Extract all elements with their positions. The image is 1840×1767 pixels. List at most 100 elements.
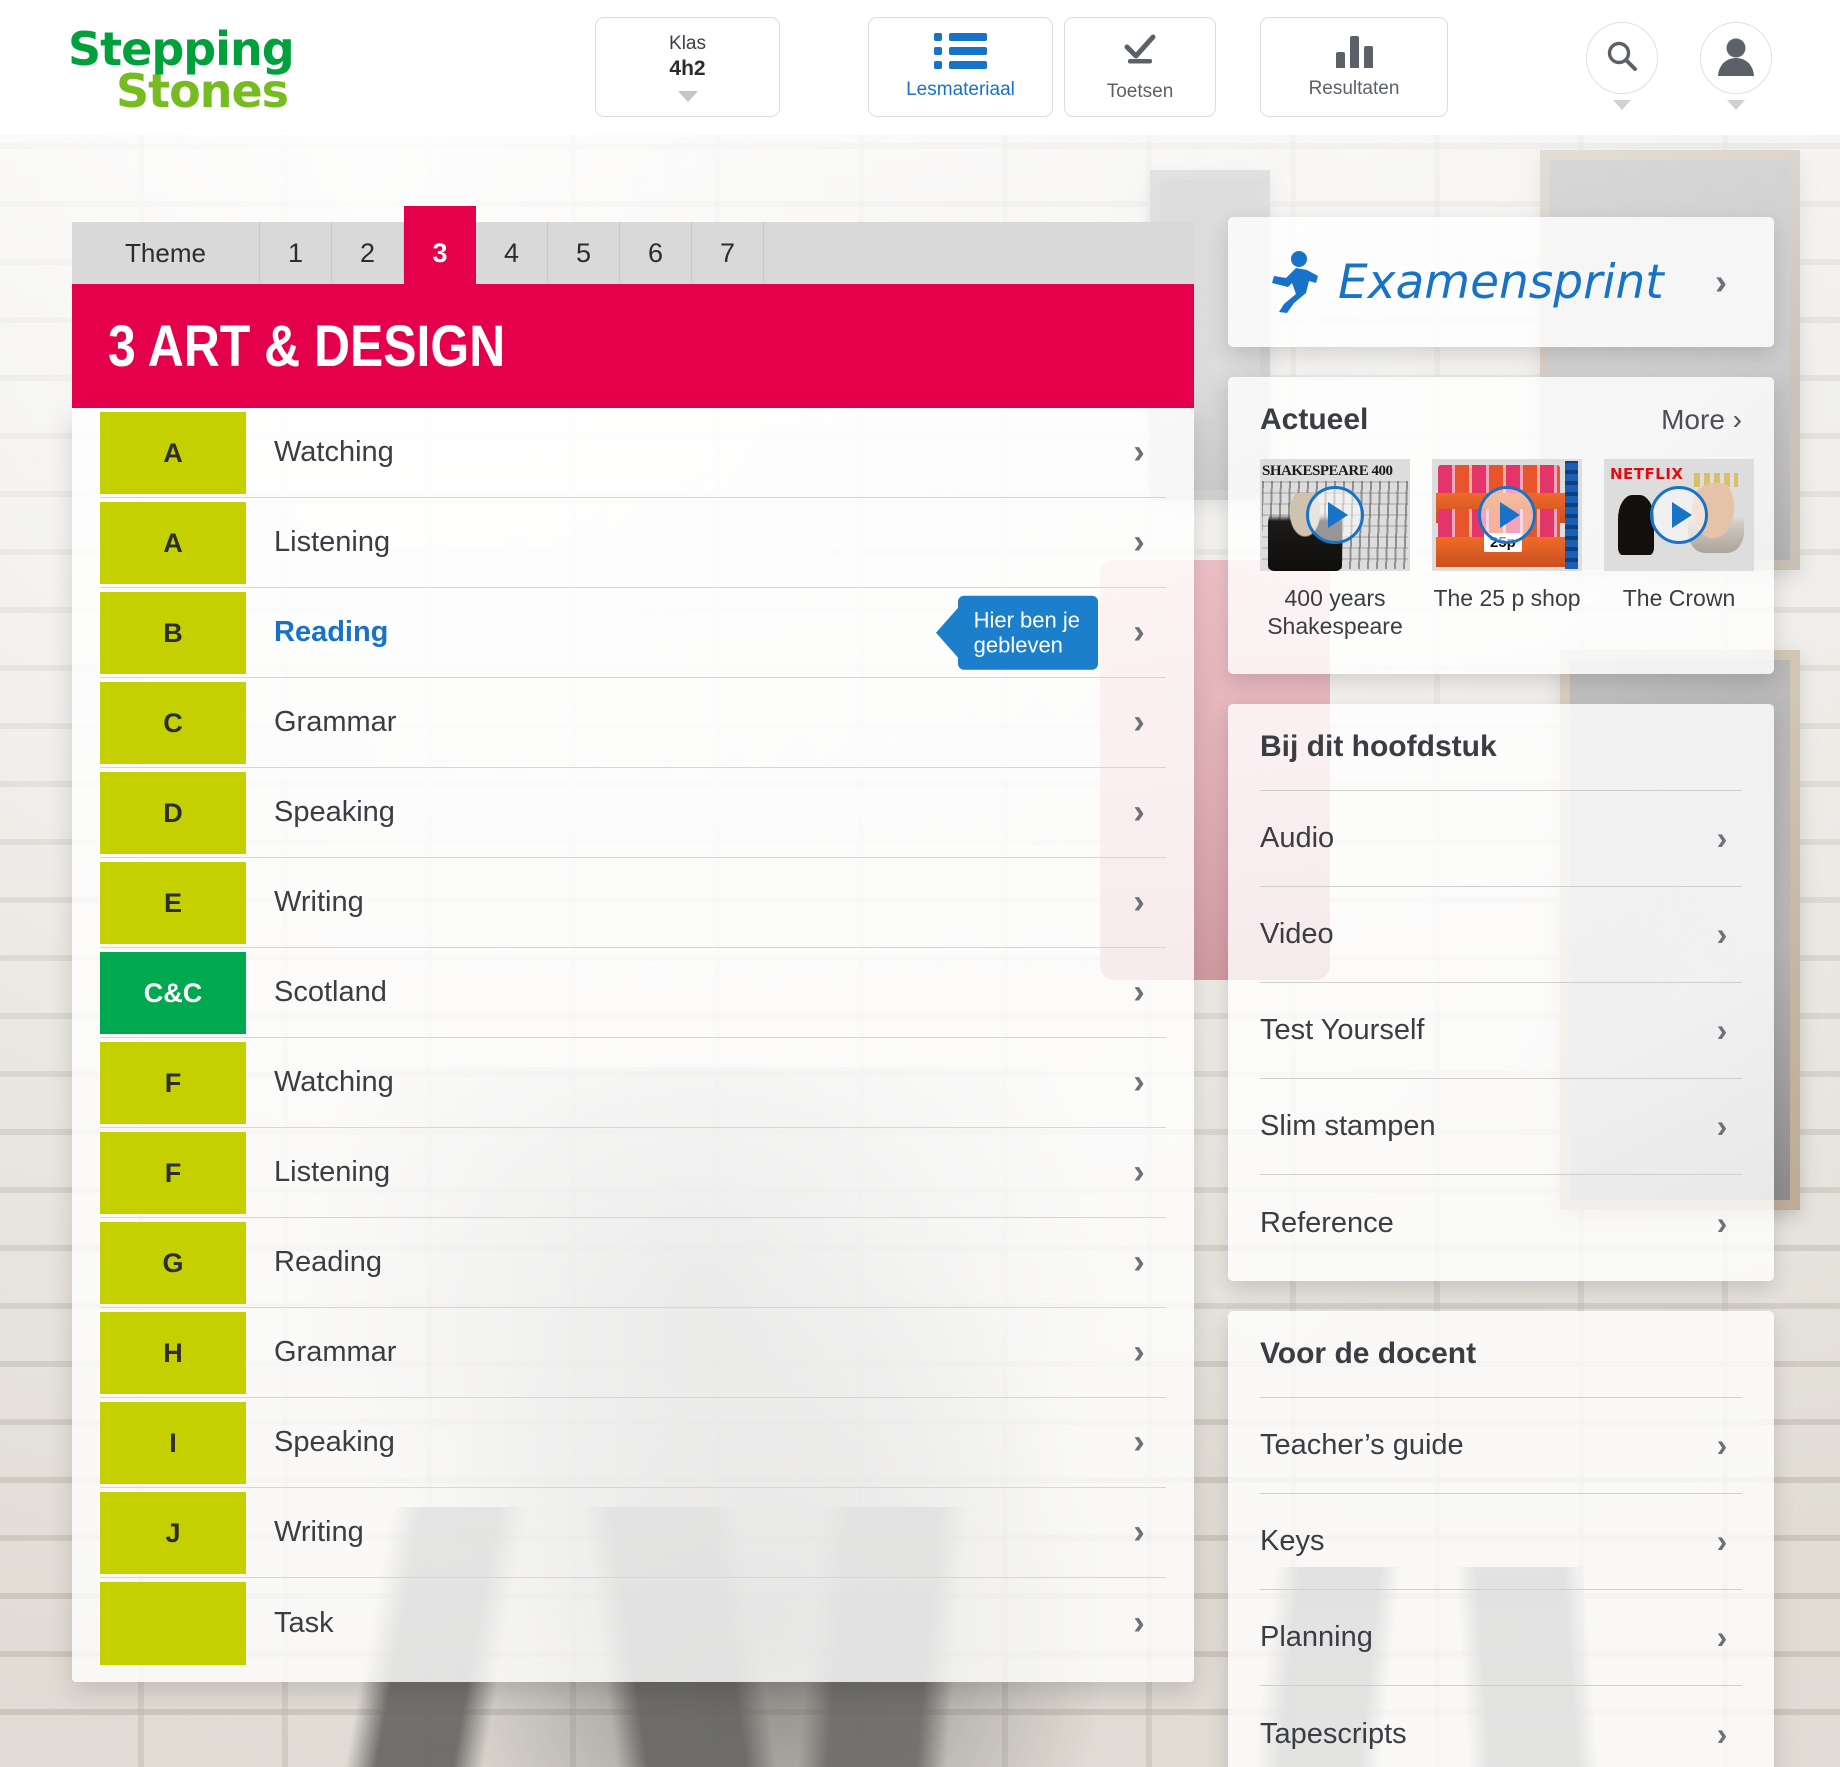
actueel-title: Actueel — [1260, 403, 1369, 436]
chapter-row[interactable]: G Reading › — [100, 1218, 1166, 1308]
chapter-row[interactable]: F Listening › — [100, 1128, 1166, 1218]
thumbnail-caption: 400 years Shakespeare — [1267, 585, 1403, 639]
bar-chart-icon — [1335, 34, 1373, 68]
chapter-row[interactable]: C&C Scotland › — [100, 948, 1166, 1038]
chapter-row[interactable]: B Reading Hier ben je gebleven › — [100, 588, 1166, 678]
video-thumbnail-shakespeare[interactable]: SHAKESPEARE 400 400 years Shakespeare — [1260, 459, 1410, 640]
chapter-label: Speaking — [274, 796, 395, 828]
tab-6[interactable]: 6 — [620, 222, 692, 284]
hoofdstuk-item-label: Test Yourself — [1260, 1014, 1425, 1047]
nav-toetsen-button[interactable]: Toetsen — [1064, 17, 1216, 117]
chevron-right-icon: › — [1133, 793, 1145, 831]
nav-lesmateriaal-label: Lesmateriaal — [906, 79, 1015, 100]
chevron-right-icon: › — [1133, 883, 1145, 921]
app-logo[interactable]: Stepping Stones — [68, 26, 295, 115]
tab-7[interactable]: 7 — [692, 222, 764, 284]
chevron-right-icon: › — [1716, 1427, 1728, 1464]
chapter-panel: Theme 1 2 3 4 5 6 7 3 ART & DESIGN A Watc… — [72, 206, 1194, 1682]
chevron-right-icon: › — [1715, 261, 1727, 302]
chevron-right-icon: › — [1133, 1153, 1145, 1191]
page-title: 3 ART & DESIGN — [108, 313, 506, 379]
chapter-label: Listening — [274, 1156, 391, 1188]
hoofdstuk-item[interactable]: Reference › — [1260, 1175, 1742, 1271]
chevron-right-icon: › — [1133, 613, 1145, 651]
tab-1[interactable]: 1 — [260, 222, 332, 284]
chapter-row[interactable]: C Grammar › — [100, 678, 1166, 768]
actueel-more-label: More — [1661, 404, 1725, 435]
nav-lesmateriaal-button[interactable]: Lesmateriaal — [868, 17, 1053, 117]
chevron-right-icon: › — [1732, 404, 1742, 435]
nav-toetsen-label: Toetsen — [1106, 80, 1174, 102]
nav-resultaten-label: Resultaten — [1308, 78, 1400, 99]
hoofdstuk-item[interactable]: Video › — [1260, 887, 1742, 984]
thumbnail-image: 25p — [1432, 459, 1582, 571]
tab-2[interactable]: 2 — [332, 222, 404, 284]
tab-theme[interactable]: Theme — [72, 222, 260, 284]
chapter-row[interactable]: A Watching › — [100, 408, 1166, 498]
chevron-right-icon: › — [1133, 1423, 1145, 1461]
chapter-label: Task — [274, 1606, 334, 1639]
actueel-header: Actueel More › — [1260, 403, 1742, 437]
hoofdstuk-item[interactable]: Audio › — [1260, 791, 1742, 888]
chapter-row[interactable]: I Speaking › — [100, 1398, 1166, 1488]
search-dropdown-caret-icon[interactable] — [1613, 100, 1631, 110]
chapter-label: Writing — [274, 1516, 364, 1548]
tab-bar-filler — [764, 222, 1194, 284]
docent-item-label: Tapescripts — [1260, 1717, 1407, 1750]
chapter-row[interactable]: A Listening › — [100, 498, 1166, 588]
thumbnail-image: NETFLIX — [1604, 459, 1754, 571]
tab-4[interactable]: 4 — [476, 222, 548, 284]
chevron-right-icon: › — [1716, 1715, 1728, 1752]
list-icon — [934, 33, 987, 69]
chevron-right-icon: › — [1133, 1603, 1145, 1642]
chevron-right-icon: › — [1133, 1333, 1145, 1371]
chapter-row[interactable]: J Writing › — [100, 1488, 1166, 1578]
chapter-badge: D — [100, 772, 246, 854]
chapter-row[interactable]: F Watching › — [100, 1038, 1166, 1128]
hoofdstuk-item-label: Audio — [1260, 822, 1335, 855]
docent-item[interactable]: Keys › — [1260, 1494, 1742, 1591]
docent-item-list: Teacher’s guide › Keys › Planning › Tapescript… — [1260, 1398, 1742, 1767]
nav-resultaten-button[interactable]: Resultaten — [1260, 17, 1448, 117]
chapter-row[interactable]: H Grammar › — [100, 1308, 1166, 1398]
docent-item[interactable]: Tapescripts › — [1260, 1686, 1742, 1767]
chapter-label: Scotland — [274, 976, 387, 1008]
chapter-row[interactable]: Task › — [100, 1578, 1166, 1668]
docent-item[interactable]: Planning › — [1260, 1590, 1742, 1687]
play-button-icon[interactable] — [1650, 486, 1708, 544]
actueel-thumbnail-list: SHAKESPEARE 400 400 years Shakespeare 25… — [1260, 459, 1754, 640]
search-button[interactable] — [1586, 22, 1658, 94]
app-header: Stepping Stones Klas 4h2 Lesmateriaal To… — [0, 0, 1840, 135]
tab-3[interactable]: 3 — [404, 206, 476, 284]
examensprint-card[interactable]: Examensprint › — [1228, 217, 1774, 347]
hoofdstuk-item[interactable]: Test Yourself › — [1260, 983, 1742, 1080]
play-button-icon[interactable] — [1478, 486, 1536, 544]
account-dropdown-caret-icon[interactable] — [1727, 100, 1745, 110]
chapter-label: Writing — [274, 886, 364, 918]
thumbnail-caption: The Crown — [1622, 585, 1736, 611]
hoofdstuk-item[interactable]: Slim stampen › — [1260, 1079, 1742, 1176]
video-thumbnail-the-crown[interactable]: NETFLIX The Crown — [1604, 459, 1754, 640]
chapter-label: Watching — [274, 1066, 394, 1098]
check-icon — [1119, 32, 1161, 71]
chapter-badge: A — [100, 412, 246, 494]
thumbnail-image: SHAKESPEARE 400 — [1260, 459, 1410, 571]
play-button-icon[interactable] — [1306, 486, 1364, 544]
chevron-right-icon: › — [1716, 1204, 1728, 1241]
chapter-label: Listening — [274, 526, 391, 558]
actueel-more-link[interactable]: More › — [1661, 404, 1742, 436]
tab-5[interactable]: 5 — [548, 222, 620, 284]
chapter-banner: 3 ART & DESIGN — [72, 284, 1194, 408]
class-selector-button[interactable]: Klas 4h2 — [595, 17, 780, 117]
docent-item[interactable]: Teacher’s guide › — [1260, 1398, 1742, 1495]
chapter-badge: F — [100, 1132, 246, 1214]
docent-item-label: Planning — [1260, 1621, 1373, 1654]
chapter-badge: C — [100, 682, 246, 764]
chevron-right-icon: › — [1133, 1513, 1145, 1551]
chapter-badge: A — [100, 502, 246, 584]
chevron-right-icon: › — [1133, 703, 1145, 741]
video-thumbnail-25p-shop[interactable]: 25p The 25 p shop — [1432, 459, 1582, 640]
chapter-row[interactable]: E Writing › — [100, 858, 1166, 948]
user-account-button[interactable] — [1700, 22, 1772, 94]
chapter-row[interactable]: D Speaking › — [100, 768, 1166, 858]
